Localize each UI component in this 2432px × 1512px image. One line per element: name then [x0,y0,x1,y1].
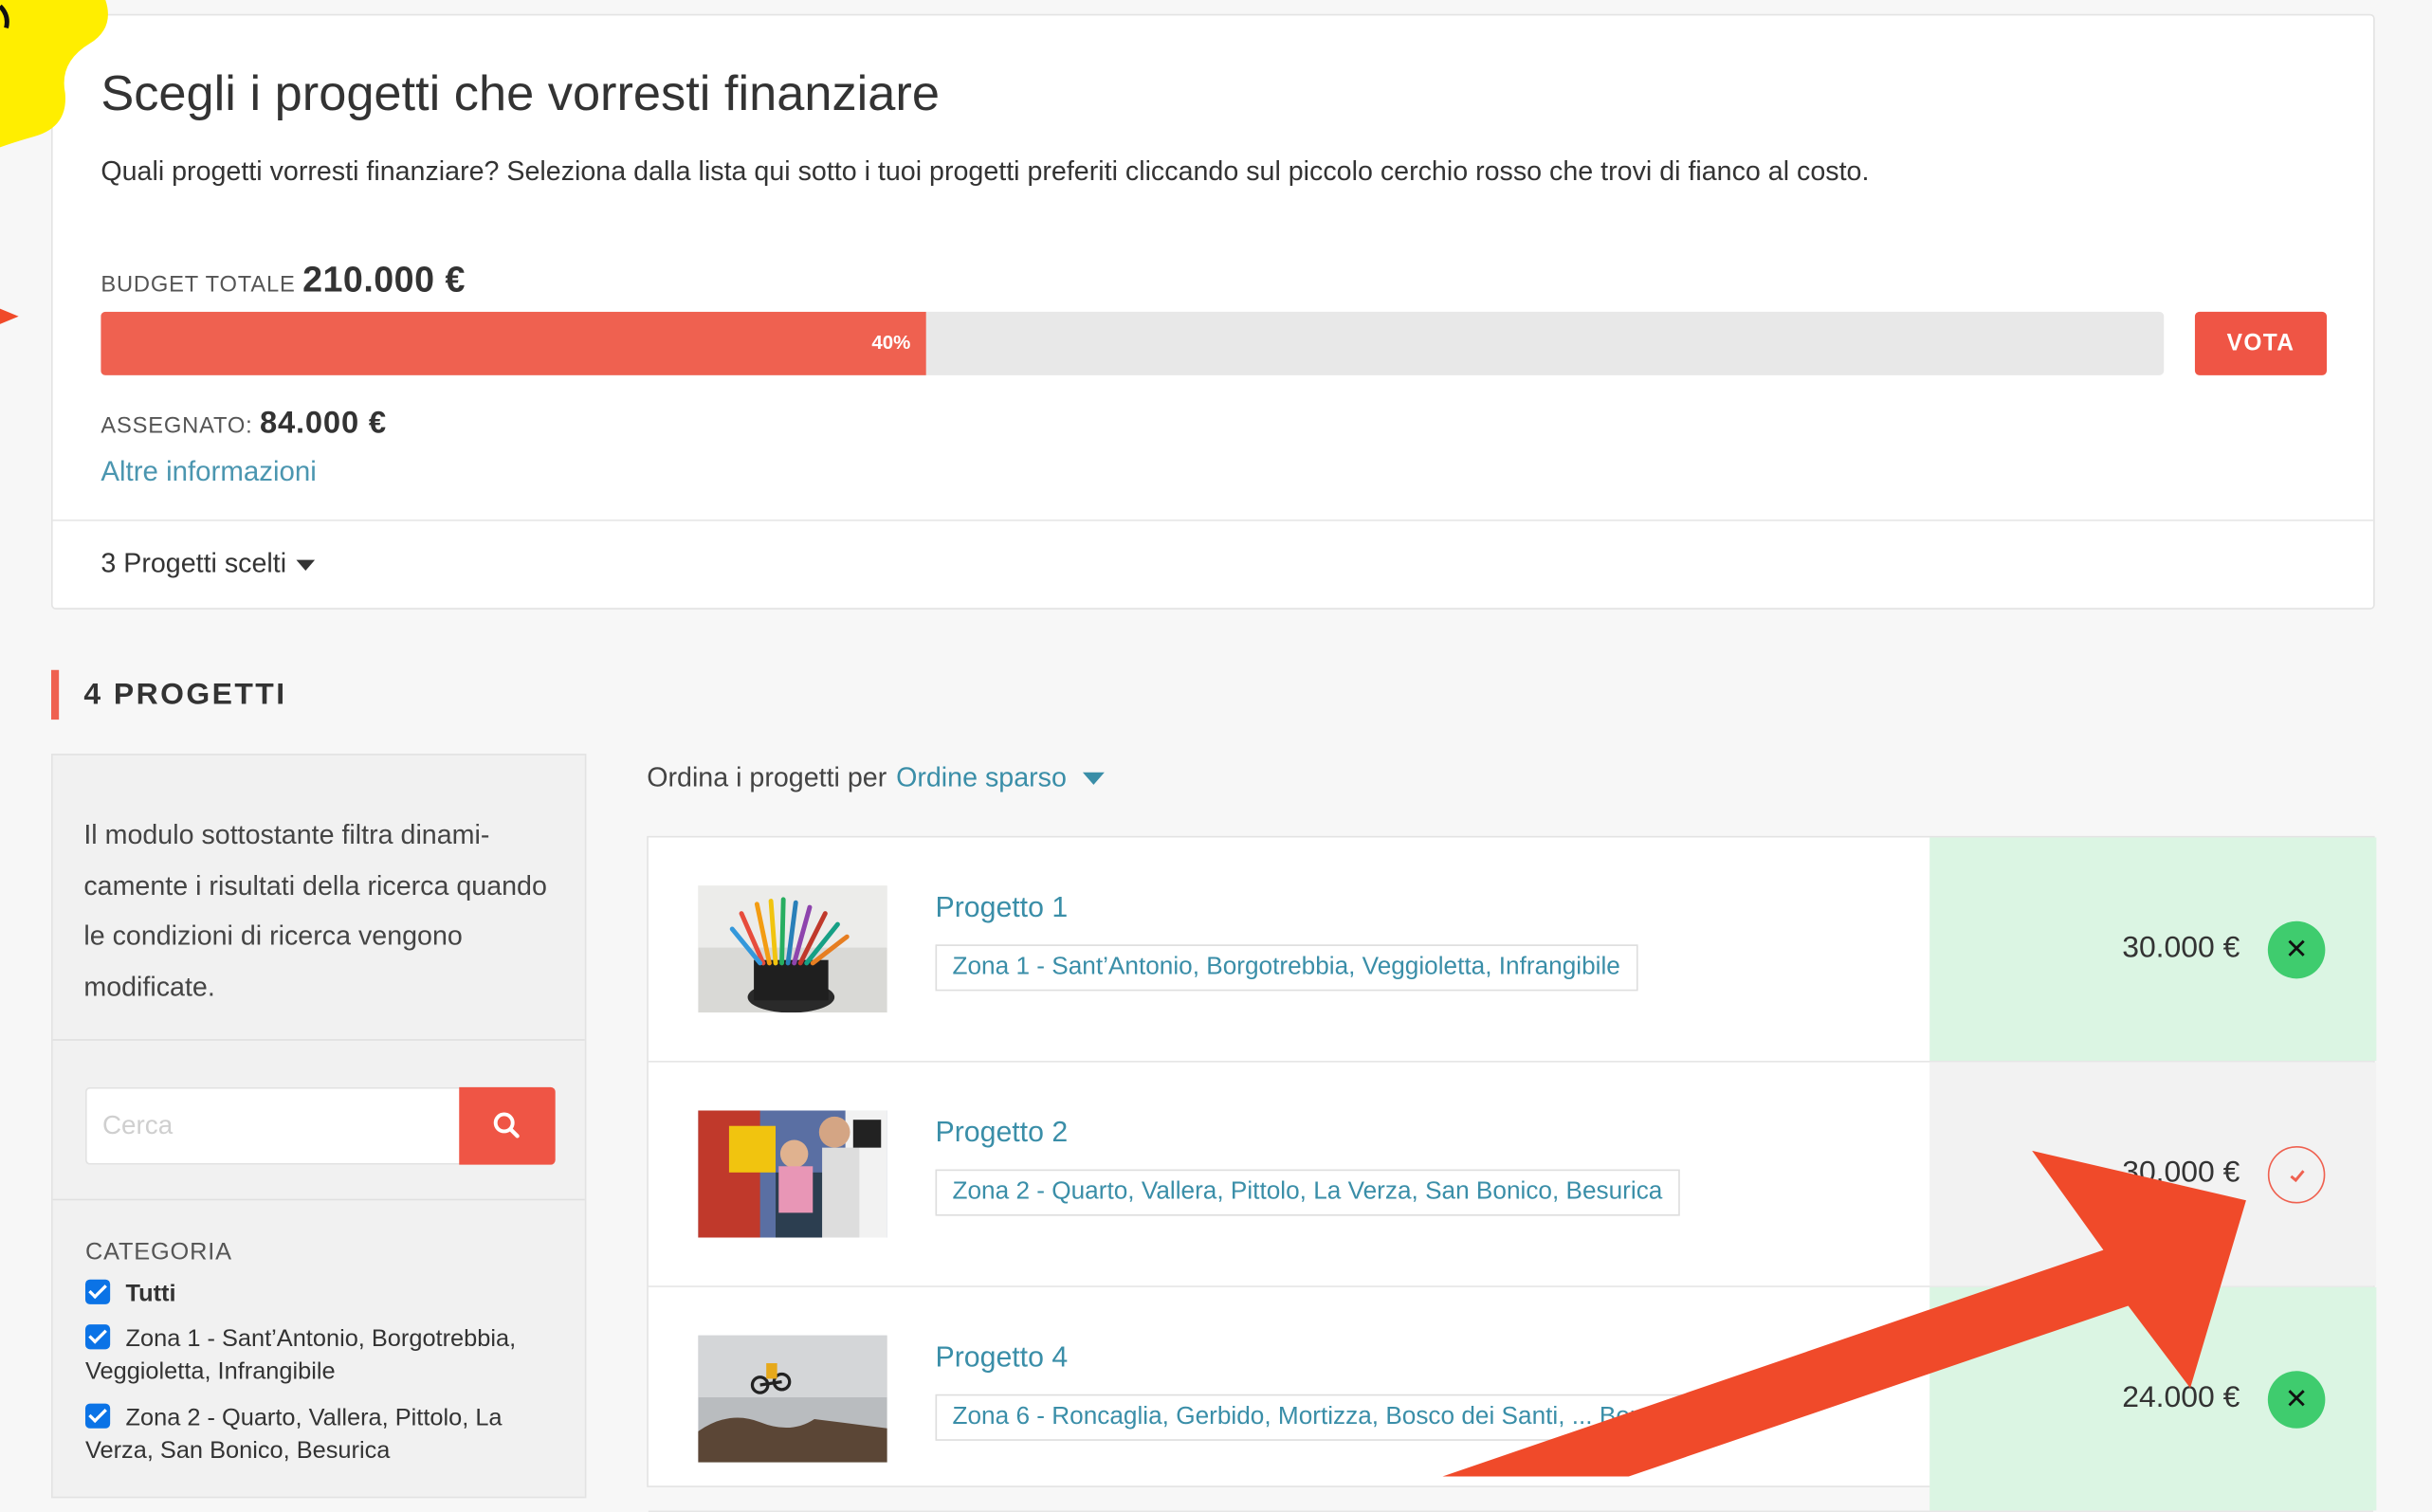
category-title: CATEGORIA [84,1239,232,1266]
assigned-label: ASSEGNATO: [101,413,253,439]
assigned-value: 84.000 € [259,406,387,441]
sort-value: Ordine sparso [896,761,1067,792]
search-icon [493,1112,520,1139]
filter-sidebar: Il modulo sottostante filtra dinami-came… [50,754,587,1499]
project-thumbnail[interactable] [698,885,887,1013]
close-icon: ✕ [2284,1383,2309,1415]
annotation-stroke [0,4,9,29]
check-icon [2289,1169,2304,1182]
category-checkbox-row[interactable]: Tutti [84,1278,566,1310]
select-project-button[interactable] [2267,1146,2326,1204]
section-accent-bar [50,669,60,720]
project-row: Progetto 2 Zona 2 - Quarto, Vallera, Pit… [648,1062,2377,1287]
category-checkbox-row[interactable]: Zona 2 - Quarto, Vallera, Pittolo, La Ve… [84,1402,566,1467]
project-zone-tag[interactable]: Zona 1 - Sant’Antonio, Borgotrebbia, Veg… [935,944,1637,992]
caret-down-icon [1082,773,1105,786]
budget-progress-fill: 40% [101,311,926,375]
deselect-project-button[interactable]: ✕ [2267,1371,2326,1429]
sidebar-divider [52,1039,585,1041]
vote-button[interactable]: VOTA [2194,311,2327,375]
page-title: Scegli i progetti che vorresti finanziar… [101,64,940,121]
project-cost-cell: 24.000 € ✕ [1929,1286,2377,1511]
project-thumbnail[interactable] [698,1110,887,1238]
search-button[interactable] [459,1086,556,1165]
project-name-link[interactable]: Progetto 2 [936,1115,1069,1149]
chosen-projects-label: 3 Progetti scelti [101,547,287,579]
project-cost: 24.000 € [2122,1380,2240,1415]
project-list: Progetto 1 Zona 1 - Sant’Antonio, Borgot… [647,835,2377,1512]
caret-down-icon [295,559,315,571]
deselect-project-button[interactable]: ✕ [2267,920,2326,979]
assigned-amount: ASSEGNATO: 84.000 € [101,407,387,443]
checkbox-checked[interactable] [84,1279,111,1304]
project-cost: 30.000 € [2122,930,2240,965]
page-description: Quali progetti vorresti finanziare? Sele… [101,155,1870,187]
checkbox-checked[interactable] [84,1403,111,1429]
category-label: Zona 2 - Quarto, Vallera, Pittolo, La Ve… [84,1405,503,1465]
category-checkbox-row[interactable]: Zona 1 - Sant’Antonio, Borgotrebbia, Veg… [84,1323,566,1389]
project-cost-cell: 30.000 € ✕ [1929,837,2377,1062]
category-label: Zona 1 - Sant’Antonio, Borgotrebbia, Veg… [84,1325,517,1385]
budget-progress-label: 40% [871,332,911,355]
card-divider [52,519,2374,521]
close-icon: ✕ [2284,933,2309,965]
sort-label: Ordina i progetti per [647,761,887,792]
sort-dropdown[interactable]: Ordine sparso [896,761,1105,792]
budget-total-value: 210.000 € [302,259,466,300]
filter-intro-text: Il modulo sottostante filtra dinami-came… [83,818,547,1002]
project-zone-tag[interactable]: Zona 2 - Quarto, Vallera, Pittolo, La Ve… [935,1169,1680,1216]
checkbox-checked[interactable] [84,1324,111,1350]
project-thumbnail[interactable] [698,1335,887,1463]
sidebar-divider [52,1198,585,1201]
annotation-arrow-small [0,308,19,324]
project-name-link[interactable]: Progetto 1 [936,890,1069,924]
sort-control: Ordina i progetti per Ordine sparso [647,761,1105,793]
more-info-link[interactable]: Altre informazioni [101,456,317,488]
budget-card: Scegli i progetti che vorresti finanziar… [50,13,2375,610]
chosen-projects-toggle[interactable]: 3 Progetti scelti [101,547,315,580]
project-cost: 30.000 € [2122,1155,2240,1190]
project-row: Progetto 4 Zona 6 - Roncaglia, Gerbido, … [648,1286,2377,1512]
category-label: Tutti [125,1281,176,1308]
project-name-link[interactable]: Progetto 4 [936,1340,1069,1375]
project-zone-tag[interactable]: Zona 6 - Roncaglia, Gerbido, Mortizza, B… [935,1394,1725,1441]
project-cost-cell: 30.000 € [1929,1062,2377,1286]
project-row: Progetto 1 Zona 1 - Sant’Antonio, Borgot… [648,837,2377,1063]
budget-total: BUDGET TOTALE 210.000 € [101,259,466,301]
budget-total-label: BUDGET TOTALE [101,272,296,299]
search-input[interactable] [84,1086,461,1165]
budget-progress-bar: 40% [101,311,2165,375]
section-title: 4 PROGETTI [83,677,287,712]
